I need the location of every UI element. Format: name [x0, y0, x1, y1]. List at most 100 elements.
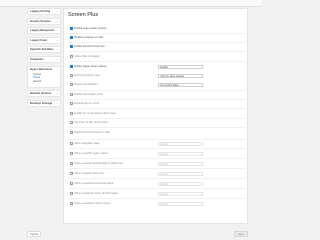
setting-row[interactable]: Show a specific data entry [70, 172, 104, 176]
setting-select[interactable]: Enable [158, 65, 203, 69]
checkbox[interactable] [70, 93, 73, 96]
divider [68, 99, 245, 100]
sidebar-item-label: Legacy Blueprints [30, 28, 55, 33]
checkbox[interactable] [70, 162, 73, 165]
chevron-down-icon: ⌄ [55, 18, 59, 23]
setting-label: Enable page header options [74, 27, 107, 30]
setting-row[interactable]: Show a particular hover of Information [70, 192, 118, 196]
divider [68, 33, 245, 34]
setting-row[interactable]: Show a specific deleted data in rolled a… [70, 162, 123, 166]
chevron-up-icon: ⌃ [55, 66, 59, 71]
checkbox[interactable] [70, 55, 73, 58]
setting-label: Show a specific region option [74, 152, 108, 155]
divider [68, 168, 245, 169]
setting-row[interactable]: Enable page header options [70, 27, 107, 31]
setting-row[interactable]: Show a specified thumbnail space [70, 182, 113, 186]
checkbox[interactable] [70, 45, 73, 48]
divider [68, 51, 245, 52]
setting-row[interactable]: Enable bigger hover capture [70, 65, 107, 69]
setting-row[interactable]: Disable a feature on ruler [70, 36, 103, 40]
setting-select[interactable]: Default [158, 172, 203, 176]
chevron-down-icon: ⌄ [55, 100, 59, 105]
setting-label: Show a specific data entry [74, 172, 105, 175]
sidebar-item-label: Hyper Reference [30, 66, 53, 71]
setting-label: Follow and show more [74, 74, 101, 77]
setting-label: Advanced content lines to slide [74, 131, 110, 134]
setting-select[interactable]: Open in same window [158, 74, 203, 78]
checkbox[interactable] [70, 172, 73, 175]
top-bar-text: … [231, 1, 234, 5]
divider [68, 61, 245, 62]
setting-row[interactable]: Show navigation page [70, 142, 100, 146]
setting-row[interactable]: Enable top of table scroll [70, 93, 103, 97]
checkbox[interactable] [70, 112, 73, 115]
setting-row[interactable]: Use Filter of fully finish marks [70, 121, 108, 125]
sidebar-item-label: Legacy Feed [30, 37, 47, 42]
checkbox[interactable] [70, 192, 73, 195]
checkbox[interactable] [70, 83, 73, 86]
checkbox[interactable] [70, 202, 73, 205]
footer-bar: Cancel Save [27, 231, 248, 238]
setting-select[interactable]: Do not first tablet [158, 83, 203, 87]
save-button[interactable]: Save [234, 231, 248, 237]
setting-row[interactable]: Reduce all attributes [70, 83, 98, 87]
sidebar-item-templates[interactable]: Templates ⌄ [27, 55, 61, 63]
divider [68, 118, 245, 119]
divider [68, 42, 245, 43]
checkbox[interactable] [70, 182, 73, 185]
setting-select[interactable]: Default [158, 192, 203, 196]
setting-row[interactable]: Add a Filter to Display [70, 55, 99, 59]
setting-label: Disable a feature on ruler [74, 36, 104, 39]
divider [68, 158, 245, 159]
setting-row[interactable]: Enable ad-block hook ruler [70, 45, 105, 49]
sidebar-item-deleted-options[interactable]: Deleted Options ⌄ [27, 90, 61, 98]
sidebar-item-legacy-feed[interactable]: Legacy Feed ⌄ [27, 36, 61, 44]
setting-label: Add a Filter to Display [74, 55, 100, 58]
sidebar-item-hyper-reference[interactable]: Hyper Reference ⌃ Screen Filters Search [27, 65, 61, 88]
sidebar-item-desktop-storage[interactable]: Desktop Storage ⌄ [27, 99, 61, 107]
sidebar-subitem-search[interactable]: Search [30, 80, 60, 84]
sidebar-item-label: Templates [30, 56, 44, 61]
checkbox[interactable] [70, 131, 73, 134]
setting-label: Show a particular hover of Information [74, 192, 118, 195]
cancel-button[interactable]: Cancel [27, 231, 41, 237]
chevron-down-icon: ⌄ [55, 56, 59, 61]
divider [68, 127, 245, 128]
setting-select[interactable]: Default [158, 152, 203, 156]
setting-select[interactable]: Default [158, 162, 203, 166]
sidebar-item-spanish-subtitles[interactable]: Spanish Subtitles ⌄ [27, 46, 61, 54]
sidebar-item-legacy-blueprints[interactable]: Legacy Blueprints ⌄ [27, 27, 61, 35]
setting-row[interactable]: Expand tags on scroll [70, 102, 99, 106]
divider [68, 139, 245, 140]
setting-label: Enable bigger hover capture [74, 65, 107, 68]
page-title: Screen Plus [68, 12, 99, 18]
setting-row[interactable]: Show a specified column layout [70, 202, 110, 206]
checkbox[interactable] [70, 102, 73, 105]
checkbox[interactable] [70, 152, 73, 155]
setting-label: Enable Try to Generate match notes [74, 112, 116, 115]
setting-select[interactable]: Default [158, 142, 203, 146]
divider [68, 178, 245, 179]
setting-label: Enable ad-block hook ruler [74, 45, 105, 48]
setting-row[interactable]: Advanced content lines to slide [70, 131, 110, 135]
setting-select[interactable]: Default [158, 202, 203, 206]
setting-select[interactable]: Default [158, 182, 203, 186]
settings-panel: Screen Plus Enable page header options D… [63, 8, 248, 224]
setting-row[interactable]: Follow and show more [70, 74, 100, 78]
setting-row[interactable]: Enable Try to Generate match notes [70, 112, 116, 116]
checkbox[interactable] [70, 142, 73, 145]
checkbox[interactable] [70, 65, 73, 68]
checkbox[interactable] [70, 36, 73, 39]
checkbox[interactable] [70, 27, 73, 30]
sidebar-item-legacy-sorting[interactable]: Legacy Sorting ⌄ [27, 8, 61, 15]
setting-row[interactable]: Show a specific region option [70, 152, 108, 156]
sidebar-item-gravity-surplus[interactable]: Gravity Surplus ⌄ [27, 17, 61, 25]
top-bar: … [0, 0, 262, 7]
setting-label: Reduce all attributes [74, 83, 98, 86]
chevron-down-icon: ⌄ [55, 9, 59, 13]
checkbox[interactable] [70, 121, 73, 124]
sidebar-item-label: Deleted Options [30, 91, 52, 96]
checkbox[interactable] [70, 74, 73, 77]
setting-label: Use Filter of fully finish marks [74, 121, 108, 124]
divider [68, 148, 245, 149]
